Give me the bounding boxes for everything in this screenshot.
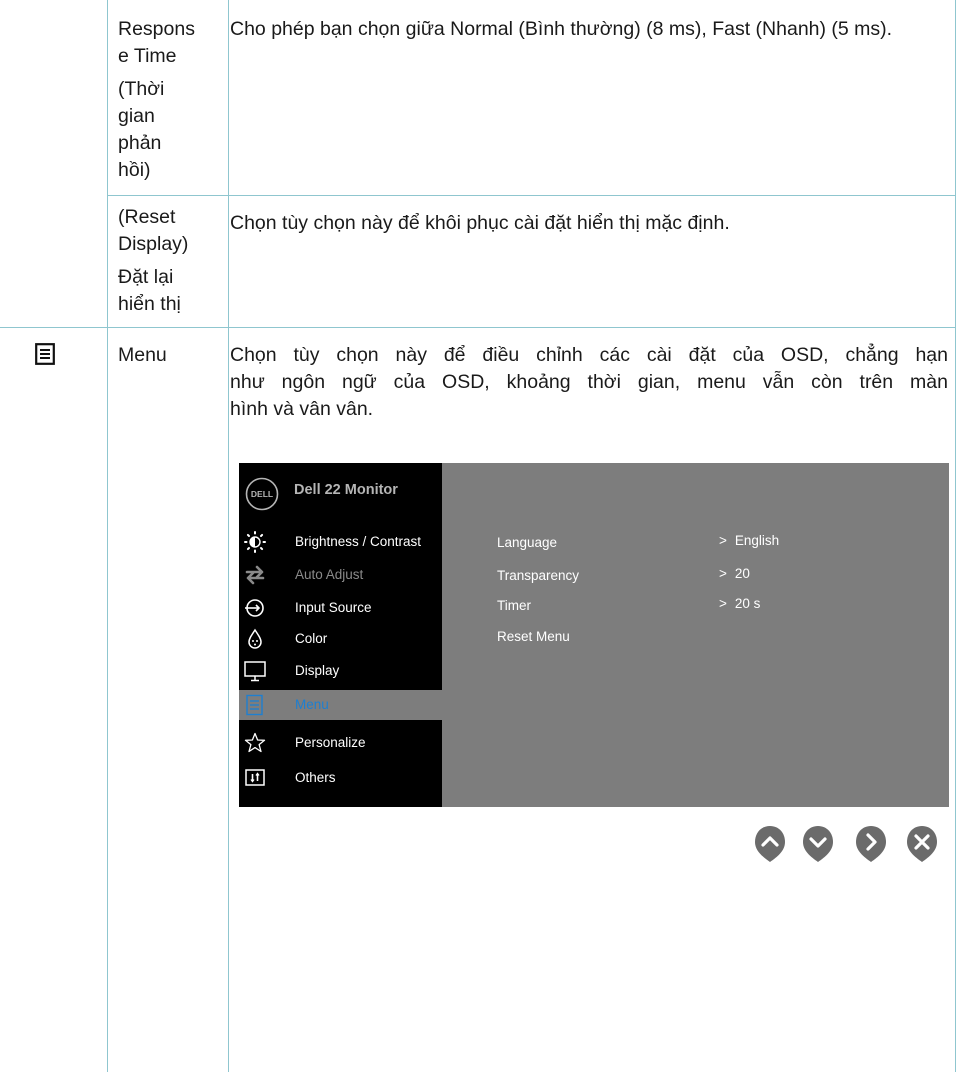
osd-item-others[interactable]: Others (239, 763, 442, 793)
label-line: hồi) (118, 159, 151, 181)
osd-setting-language-value: > English (719, 533, 779, 548)
right-arrow-icon[interactable] (854, 824, 888, 864)
osd-item-display[interactable]: Display (239, 656, 442, 686)
star-icon (244, 732, 266, 753)
column-divider-2 (228, 0, 229, 1072)
row-label-reset-display: (Reset Display) Đặt lại hiển thị (118, 204, 222, 318)
label-line: hiển thị (118, 293, 181, 315)
row-divider-2 (0, 327, 956, 328)
osd-item-label: Others (295, 770, 336, 785)
osd-item-label: Color (295, 631, 328, 646)
row-label-response-time: Respons e Time (Thời gian phản hồi) (118, 16, 222, 184)
osd-sidebar: DELL Dell 22 Monitor Brightness / Contra… (239, 463, 442, 807)
label-line: Respons (118, 18, 195, 40)
setting-value: 20 s (734, 596, 761, 611)
description-line: hình và vân vân. (230, 398, 374, 420)
chevron-right-icon: > (719, 533, 727, 548)
osd-item-label: Input Source (295, 600, 372, 615)
osd-item-auto-adjust[interactable]: Auto Adjust (239, 560, 442, 590)
osd-item-brightness-contrast[interactable]: Brightness / Contrast (239, 527, 442, 557)
svg-text:DELL: DELL (251, 489, 273, 499)
row-description-reset-display: Chọn tùy chọn này để khôi phục cài đặt h… (230, 212, 730, 234)
osd-setting-language-label[interactable]: Language (497, 535, 557, 550)
osd-item-personalize[interactable]: Personalize (239, 728, 442, 758)
display-icon (244, 661, 266, 682)
osd-header: DELL Dell 22 Monitor (239, 463, 442, 513)
row-divider-1 (107, 195, 956, 196)
osd-item-label: Auto Adjust (295, 567, 364, 582)
label-line: (Reset (118, 206, 176, 228)
row-label-menu: Menu (118, 344, 167, 366)
osd-setting-transparency-label[interactable]: Transparency (497, 568, 579, 583)
description-line: như ngôn ngữ của OSD, khoảng thời gian, … (230, 371, 948, 393)
color-icon (248, 628, 262, 649)
osd-setting-timer-value: >20 s (719, 596, 760, 611)
close-icon[interactable] (905, 824, 939, 864)
label-line: phản (118, 132, 162, 154)
auto-adjust-icon (245, 565, 265, 585)
osd-item-label: Display (295, 663, 340, 678)
osd-setting-transparency-value: >20 (719, 566, 750, 581)
label-line: Đặt lại (118, 266, 174, 288)
osd-item-input-source[interactable]: Input Source (239, 593, 442, 623)
osd-title: Dell 22 Monitor (294, 482, 398, 498)
input-source-icon (245, 599, 264, 617)
menu-list-icon (35, 343, 55, 365)
osd-item-label: Brightness / Contrast (295, 534, 422, 549)
label-line: gian (118, 105, 155, 127)
menu-icon (246, 694, 263, 716)
label-line: Display) (118, 233, 189, 255)
setting-value: English (734, 533, 780, 548)
osd-setting-reset-menu-label[interactable]: Reset Menu (497, 629, 570, 644)
up-arrow-icon[interactable] (753, 824, 787, 864)
dell-logo: DELL (245, 477, 279, 511)
column-divider-1 (107, 0, 108, 1072)
osd-item-color[interactable]: Color (239, 624, 442, 654)
description-line: Chọn tùy chọn này để điều chỉnh các cài … (230, 344, 948, 366)
row-description-response-time: Cho phép bạn chọn giữa Normal (Bình thườ… (230, 18, 893, 40)
osd-menu-screenshot: DELL Dell 22 Monitor Brightness / Contra… (239, 463, 949, 807)
chevron-right-icon: > (719, 566, 727, 581)
osd-item-label: Menu (295, 697, 329, 712)
chevron-right-icon: > (719, 596, 727, 611)
label-line: e Time (118, 45, 177, 67)
osd-item-menu[interactable]: Menu (239, 690, 442, 720)
brightness-icon (244, 531, 266, 553)
others-icon (245, 769, 265, 786)
osd-setting-timer-label[interactable]: Timer (497, 598, 531, 613)
table-right-border (955, 0, 956, 1072)
down-arrow-icon[interactable] (801, 824, 835, 864)
setting-value: 20 (734, 566, 750, 581)
row-description-menu: Chọn tùy chọn này để điều chỉnh các cài … (230, 342, 948, 423)
manual-table: Respons e Time (Thời gian phản hồi) Cho … (0, 0, 957, 1072)
label-line: (Thời (118, 78, 165, 100)
osd-item-label: Personalize (295, 735, 366, 750)
